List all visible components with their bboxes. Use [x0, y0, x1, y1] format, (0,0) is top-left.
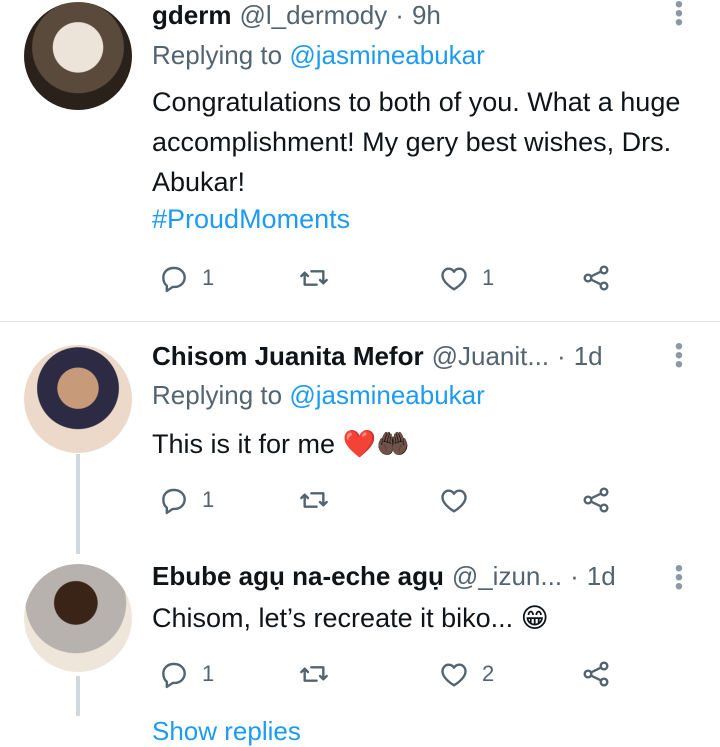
like-button[interactable]	[438, 480, 482, 520]
tweet-actions: 1	[152, 480, 672, 520]
user-handle[interactable]: @l_dermody	[239, 0, 387, 31]
retweet-button[interactable]	[298, 654, 342, 694]
retweet-icon	[300, 492, 328, 508]
retweet-icon	[300, 270, 328, 286]
share-button[interactable]	[580, 258, 612, 298]
separator-dot: ·	[557, 340, 566, 371]
tweet-text: Chisom, let’s recreate it biko... 😁	[152, 603, 549, 633]
share-button[interactable]	[580, 480, 612, 520]
share-icon	[583, 265, 609, 291]
display-name[interactable]: gderm	[152, 0, 231, 31]
timestamp[interactable]: 1d	[574, 341, 603, 372]
reply-button[interactable]: 1	[158, 480, 214, 520]
tweet-ebube[interactable]: Ebube agụ na-eche agụ @_izun... · 1d • • •…	[0, 544, 720, 724]
more-icon[interactable]: • • •	[674, 557, 684, 599]
share-icon	[583, 661, 609, 687]
user-handle[interactable]: @Juanit...	[432, 341, 549, 372]
hashtag-link[interactable]: #ProudMoments	[152, 204, 350, 235]
like-icon	[441, 489, 467, 513]
thread-line	[76, 454, 80, 554]
reply-button[interactable]: 1	[158, 654, 214, 694]
reply-icon	[162, 662, 186, 689]
tweet-gderm[interactable]: gderm @l_dermody · 9h • • • Replying to @j…	[0, 0, 720, 320]
tweet-actions: 1 1	[152, 258, 672, 298]
tweet-header: Ebube agụ na-eche agụ @_izun... · 1d	[152, 556, 616, 596]
tweet-text: Congratulations to both of you. What a h…	[152, 87, 681, 197]
like-icon	[441, 267, 467, 291]
reply-button[interactable]: 1	[158, 258, 214, 298]
avatar[interactable]	[24, 564, 132, 672]
like-count: 1	[482, 265, 495, 290]
reply-count: 1	[202, 661, 215, 686]
reply-count: 1	[202, 265, 215, 290]
reply-icon	[162, 488, 186, 515]
separator-dot: ·	[570, 560, 579, 591]
more-icon[interactable]: • • •	[674, 0, 684, 35]
share-button[interactable]	[580, 654, 612, 694]
emoji: 😁	[520, 603, 549, 633]
separator-dot: ·	[395, 0, 404, 30]
retweet-button[interactable]	[298, 480, 342, 520]
tweet-actions: 1 2	[152, 654, 672, 694]
tweet-header: Chisom Juanita Mefor @Juanit... · 1d	[152, 336, 603, 376]
emoji: ❤️🤲🏿	[342, 429, 410, 459]
retweet-button[interactable]	[298, 258, 342, 298]
avatar[interactable]	[24, 2, 132, 110]
thread-line	[76, 676, 80, 716]
avatar[interactable]	[24, 345, 132, 453]
share-icon	[583, 487, 609, 513]
reply-count: 1	[202, 487, 215, 512]
display-name[interactable]: Chisom Juanita Mefor	[152, 341, 424, 372]
tweet-text: This is it for me ❤️🤲🏿	[152, 429, 410, 459]
like-icon	[441, 663, 467, 687]
timestamp[interactable]: 1d	[587, 561, 616, 592]
like-count: 2	[482, 661, 495, 686]
replying-to-link[interactable]: @jasmineabukar	[289, 40, 484, 70]
like-button[interactable]: 2	[438, 654, 494, 694]
tweet-chisom[interactable]: Chisom Juanita Mefor @Juanit... · 1d • • •…	[0, 322, 720, 554]
replying-to: Replying to @jasmineabukar	[152, 40, 485, 70]
replying-to-link[interactable]: @jasmineabukar	[289, 380, 484, 410]
replying-to: Replying to @jasmineabukar	[152, 380, 485, 410]
timestamp[interactable]: 9h	[412, 0, 441, 31]
more-icon[interactable]: • • •	[674, 335, 684, 377]
like-button[interactable]: 1	[438, 258, 494, 298]
display-name[interactable]: Ebube agụ na-eche agụ	[152, 561, 444, 592]
retweet-icon	[300, 666, 328, 682]
user-handle[interactable]: @_izun...	[452, 561, 562, 592]
tweet-header: gderm @l_dermody · 9h	[152, 0, 441, 35]
show-replies-link[interactable]: Show replies	[152, 716, 301, 747]
reply-icon	[162, 266, 186, 293]
